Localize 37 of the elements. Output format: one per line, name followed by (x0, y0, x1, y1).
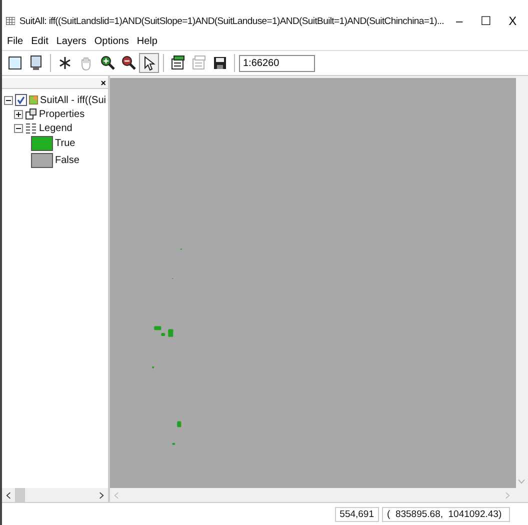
grid-icon (6, 15, 16, 27)
monitor-icon (28, 55, 44, 71)
tree-item[interactable]: Properties (39, 108, 85, 120)
collapse-icon[interactable] (14, 124, 23, 132)
tree-item[interactable]: SuitAll - iff((Sui (40, 94, 106, 106)
close-button[interactable]: X (501, 14, 524, 28)
tree-item[interactable]: Legend (39, 122, 72, 134)
properties-icon (25, 108, 37, 120)
legend-label: False (55, 155, 80, 166)
zoom-in-icon (99, 55, 115, 71)
layer-checkbox[interactable] (15, 94, 27, 106)
maximize-button[interactable]: ☐ (474, 14, 498, 28)
menu-item[interactable]: Layers (53, 34, 90, 48)
layer-icon (191, 55, 207, 71)
map-coordinates: ( 835895.68, 1041092.43) (382, 506, 510, 522)
window-title: SuitAll: iff((SuitLandslid=1)AND(SuitSlope=1)AND(SuitLanduse=1)AND(SuitBuilt=1)AND(SuitChinchina=1)... (19, 16, 444, 26)
legend-label: True (55, 138, 76, 149)
collapse-icon[interactable] (4, 96, 13, 104)
zoom-out-icon (120, 55, 136, 71)
scroll-left-icon[interactable] (6, 492, 11, 498)
asterisk-icon (57, 55, 73, 71)
map-layer-icon (29, 94, 38, 106)
menu-item[interactable]: Help (134, 34, 160, 48)
minimize-button[interactable]: – (448, 14, 471, 28)
close-button[interactable]: × (98, 78, 108, 88)
menu-item[interactable]: File (4, 34, 26, 48)
legend-icon (25, 122, 37, 134)
expand-icon[interactable] (14, 110, 23, 118)
layer-icon (170, 55, 186, 71)
pixel-position: 554,691 (334, 506, 379, 522)
scrollbar-thumb[interactable] (15, 488, 25, 502)
menu-item[interactable]: Edit (28, 34, 52, 48)
page-icon (7, 55, 23, 71)
scale-field[interactable]: 1:66260 (239, 54, 315, 72)
scroll-right-icon[interactable] (99, 492, 104, 498)
menu-item[interactable]: Options (91, 34, 132, 48)
pointer-button[interactable] (139, 53, 159, 73)
